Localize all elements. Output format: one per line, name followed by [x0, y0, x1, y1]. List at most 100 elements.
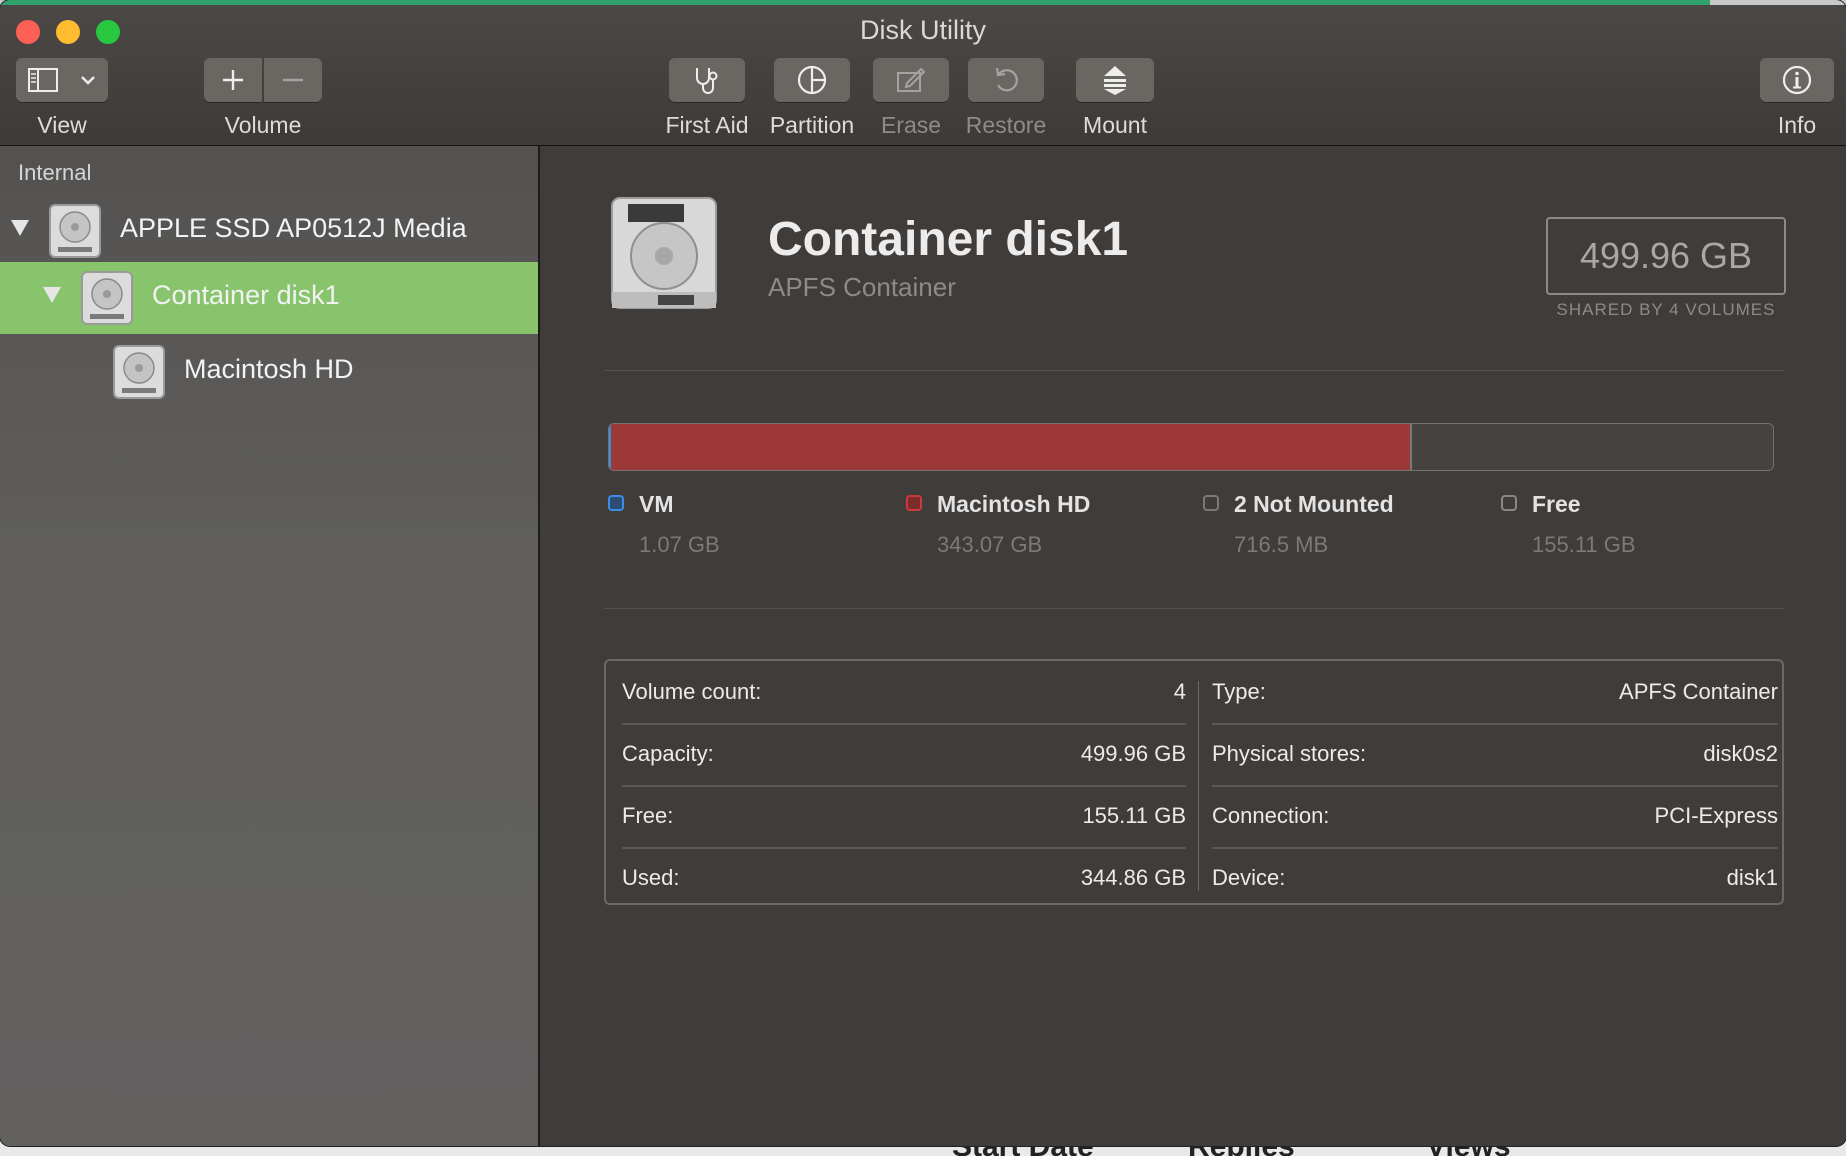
disclosure-triangle-icon[interactable] [11, 220, 29, 236]
sidebar-item-apple-ssd[interactable]: APPLE SSD AP0512J Media [0, 195, 538, 265]
volume-control: Volume [204, 58, 322, 139]
info-button[interactable] [1760, 58, 1834, 102]
sidebar-item-label: APPLE SSD AP0512J Media [120, 213, 467, 243]
hard-drive-large-icon [611, 197, 717, 309]
hard-drive-icon [81, 271, 133, 325]
info-value: disk1 [1726, 865, 1778, 890]
info-label: Used: [622, 865, 680, 890]
erase-icon [897, 67, 926, 92]
legend-size: 343.07 GB [937, 532, 1043, 557]
info-row-physical-stores: Physical stores: disk0s2 [1212, 723, 1778, 787]
mount-label: Mount [1083, 112, 1147, 138]
info-label: Type: [1212, 679, 1266, 704]
info-table: Volume count: 4 Capacity: 499.96 GB Free… [604, 659, 1784, 905]
info-value: APFS Container [1619, 679, 1778, 704]
legend-size: 1.07 GB [639, 532, 720, 557]
legend-name: Macintosh HD [937, 491, 1091, 517]
legend-swatch [906, 495, 922, 511]
sidebar: Internal APPLE SSD AP0512J Media Contain… [0, 146, 540, 1146]
info-icon [1782, 65, 1812, 95]
info-row-type: Type: APFS Container [1212, 661, 1778, 725]
info-label: Connection: [1212, 803, 1330, 828]
capacity-caption: SHARED BY 4 VOLUMES [1556, 300, 1776, 319]
mount-control: Mount [1076, 58, 1154, 139]
restore-icon [995, 67, 1018, 92]
mount-button[interactable] [1076, 58, 1154, 102]
plus-icon [223, 70, 243, 90]
view-control: View [16, 58, 108, 139]
sidebar-icon [28, 68, 58, 92]
info-label: Physical stores: [1212, 741, 1367, 766]
detail-pane: Container disk1 APFS Container 499.96 GB… [540, 146, 1846, 1146]
info-control: Info [1758, 58, 1836, 139]
pie-chart-icon [797, 65, 827, 95]
restore-control: Restore [962, 58, 1050, 139]
hard-drive-icon [49, 204, 101, 258]
erase-button[interactable] [873, 58, 949, 102]
usage-segment [1412, 424, 1773, 470]
view-button[interactable] [16, 58, 108, 102]
usage-segment [611, 424, 1410, 470]
disclosure-triangle-icon[interactable] [43, 287, 61, 303]
sidebar-item-label: Macintosh HD [184, 354, 354, 384]
volume-title: Container disk1 [768, 213, 1129, 266]
column-separator [1198, 681, 1199, 891]
info-row-device: Device: disk1 [1212, 847, 1778, 909]
disk-utility-window: Disk Utility View Volume First Aid Parti… [0, 0, 1846, 1146]
partition-control: Partition [766, 58, 858, 139]
add-volume-button[interactable] [204, 58, 262, 102]
info-value: 499.96 GB [1080, 741, 1186, 766]
legend-name: 2 Not Mounted [1234, 491, 1394, 517]
restore-label: Restore [965, 112, 1047, 138]
info-label: Capacity: [622, 741, 714, 766]
info-row-used: Used: 344.86 GB [622, 847, 1186, 909]
erase-control: Erase [872, 58, 950, 139]
sidebar-item-macintosh-hd[interactable]: Macintosh HD [0, 336, 538, 406]
info-row-capacity: Capacity: 499.96 GB [622, 723, 1186, 787]
info-column-right: Type: APFS Container Physical stores: di… [1212, 661, 1778, 903]
info-value: 155.11 GB [1082, 803, 1186, 828]
volume-subtitle: APFS Container [768, 272, 956, 302]
view-label: View [37, 112, 87, 138]
restore-button[interactable] [968, 58, 1044, 102]
info-label: Info [1777, 112, 1817, 138]
volume-label: Volume [224, 112, 302, 138]
partition-button[interactable] [774, 58, 850, 102]
legend-swatch [1203, 495, 1219, 511]
info-column-left: Volume count: 4 Capacity: 499.96 GB Free… [622, 661, 1186, 903]
erase-label: Erase [880, 112, 942, 138]
info-value: PCI-Express [1654, 803, 1778, 828]
partition-label: Partition [769, 112, 855, 138]
info-label: Free: [622, 803, 674, 828]
stethoscope-icon [696, 68, 718, 94]
info-row-connection: Connection: PCI-Express [1212, 785, 1778, 849]
divider [604, 370, 1784, 371]
minus-icon [283, 78, 303, 82]
chevron-down-icon [81, 76, 95, 85]
info-value: disk0s2 [1703, 741, 1778, 766]
capacity-badge: 499.96 GB [1546, 217, 1786, 295]
legend-swatch [1501, 495, 1517, 511]
info-label: Volume count: [622, 679, 762, 704]
first-aid-button[interactable] [669, 58, 745, 102]
legend-size: 155.11 GB [1532, 532, 1636, 557]
info-row-free: Free: 155.11 GB [622, 785, 1186, 849]
first-aid-control: First Aid [664, 58, 750, 139]
mount-icon [1104, 66, 1126, 95]
remove-volume-button[interactable] [264, 58, 322, 102]
info-row-volume-count: Volume count: 4 [622, 661, 1186, 725]
first-aid-label: First Aid [665, 112, 749, 138]
sidebar-item-label: Container disk1 [152, 280, 340, 310]
usage-bar [608, 423, 1774, 471]
window-title: Disk Utility [860, 15, 986, 45]
legend-name: Free [1532, 491, 1581, 517]
info-value: 4 [1173, 679, 1186, 704]
hard-drive-icon [113, 345, 165, 399]
legend-size: 716.5 MB [1234, 532, 1329, 557]
sidebar-item-container-disk1[interactable]: Container disk1 [0, 262, 538, 334]
info-value: 344.86 GB [1080, 865, 1186, 890]
legend-swatch [608, 495, 624, 511]
info-label: Device: [1212, 865, 1286, 890]
toolbar: Disk Utility View Volume First Aid Parti… [0, 5, 1846, 146]
legend-name: VM [639, 491, 674, 517]
